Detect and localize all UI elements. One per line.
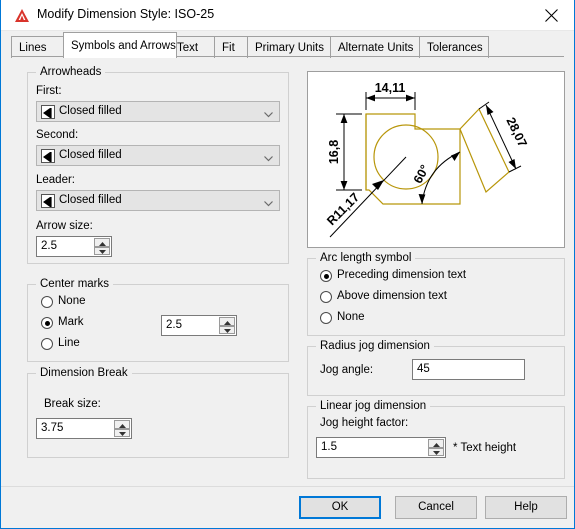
- closed-filled-arrow-icon: [41, 105, 55, 119]
- autocad-logo-icon: [14, 8, 30, 24]
- chevron-down-icon: [264, 109, 273, 118]
- arrow-size-stepper[interactable]: [94, 238, 110, 255]
- jog-angle-field[interactable]: 45: [412, 359, 525, 380]
- stepper-down-icon[interactable]: [114, 428, 130, 437]
- close-icon[interactable]: [529, 0, 574, 30]
- arrowheads-group-title: Arrowheads: [36, 66, 106, 78]
- help-button[interactable]: Help: [485, 496, 567, 519]
- preview-dim-diagonal: 28,07: [503, 115, 529, 149]
- arrow-size-field[interactable]: 2.5: [36, 236, 112, 257]
- modify-dimension-style-dialog: Modify Dimension Style: ISO-25 Lines Sym…: [0, 0, 575, 529]
- chevron-down-icon: [264, 198, 273, 207]
- center-marks-group-title: Center marks: [36, 278, 114, 290]
- preview-dim-width: 14,11: [375, 81, 406, 95]
- tab-fit[interactable]: Fit: [214, 36, 248, 58]
- center-mark-size-field[interactable]: 2.5: [161, 315, 237, 336]
- radio-circle-icon: [41, 296, 53, 308]
- tab-lines[interactable]: Lines: [11, 36, 65, 58]
- second-arrowhead-combo[interactable]: Closed filled: [36, 145, 280, 166]
- linear-jog-group-title: Linear jog dimension: [316, 400, 431, 412]
- linear-jog-group: Linear jog dimension Jog height factor: …: [307, 400, 565, 479]
- title-bar: Modify Dimension Style: ISO-25: [1, 0, 574, 31]
- jog-angle-value: 45: [417, 363, 430, 375]
- center-mark-size-value: 2.5: [166, 319, 182, 331]
- stepper-up-icon[interactable]: [428, 439, 444, 448]
- preview-dim-height: 16,8: [327, 140, 341, 164]
- center-marks-none-label: None: [58, 295, 86, 307]
- radio-circle-icon: [320, 291, 332, 303]
- jog-height-factor-stepper[interactable]: [428, 439, 444, 456]
- arc-length-none-label: None: [337, 311, 365, 323]
- stepper-up-icon[interactable]: [219, 317, 235, 326]
- dimension-preview: 14,11 16,8 28,07 R11,17 60°: [307, 71, 565, 248]
- stepper-down-icon[interactable]: [94, 246, 110, 255]
- preview-dim-angle: 60°: [411, 162, 432, 185]
- ok-button[interactable]: OK: [299, 496, 381, 519]
- radio-circle-selected-icon: [320, 270, 332, 282]
- arc-length-symbol-group: Arc length symbol Preceding dimension te…: [307, 252, 565, 336]
- stepper-down-icon[interactable]: [428, 447, 444, 456]
- arc-length-symbol-group-title: Arc length symbol: [316, 252, 416, 264]
- center-mark-size-stepper[interactable]: [219, 317, 235, 334]
- tab-symbols-and-arrows[interactable]: Symbols and Arrows: [63, 32, 177, 58]
- jog-angle-label: Jog angle:: [320, 364, 374, 376]
- stepper-down-icon[interactable]: [219, 325, 235, 334]
- jog-height-factor-label: Jog height factor:: [320, 417, 409, 429]
- radius-jog-group: Radius jog dimension Jog angle: 45: [307, 340, 565, 396]
- leader-arrowhead-combo[interactable]: Closed filled: [36, 190, 280, 211]
- break-size-stepper[interactable]: [114, 420, 130, 437]
- break-size-label: Break size:: [44, 398, 101, 410]
- closed-filled-arrow-icon: [41, 194, 55, 208]
- stepper-up-icon[interactable]: [94, 238, 110, 247]
- break-size-field[interactable]: 3.75: [36, 418, 132, 439]
- break-size-value: 3.75: [41, 422, 64, 434]
- radius-jog-group-title: Radius jog dimension: [316, 340, 434, 352]
- arrow-size-label: Arrow size:: [36, 220, 93, 232]
- text-height-suffix: * Text height: [453, 442, 517, 454]
- first-arrowhead-combo[interactable]: Closed filled: [36, 101, 280, 122]
- arc-length-above-label: Above dimension text: [337, 290, 447, 302]
- radio-circle-icon: [41, 338, 53, 350]
- stepper-up-icon[interactable]: [114, 420, 130, 429]
- dimension-break-group-title: Dimension Break: [36, 367, 132, 379]
- second-arrowhead-value: Closed filled: [59, 149, 122, 161]
- arrowheads-group: Arrowheads First: Closed filled Second: …: [27, 66, 289, 264]
- tab-alternate-units[interactable]: Alternate Units: [330, 36, 420, 58]
- radio-circle-selected-icon: [41, 317, 53, 329]
- tab-strip: Lines Symbols and Arrows Text Fit Primar…: [1, 31, 574, 58]
- center-marks-mark-label: Mark: [58, 316, 84, 328]
- first-label: First:: [36, 85, 62, 97]
- arrow-size-value: 2.5: [41, 240, 57, 252]
- jog-height-factor-value: 1.5: [321, 441, 337, 453]
- closed-filled-arrow-icon: [41, 149, 55, 163]
- first-arrowhead-value: Closed filled: [59, 105, 122, 117]
- preview-drawing: 14,11 16,8 28,07 R11,17 60°: [324, 81, 530, 238]
- dimension-break-group: Dimension Break Break size: 3.75: [27, 367, 289, 458]
- center-marks-group: Center marks None Mark Line 2.5: [27, 278, 289, 362]
- radio-circle-icon: [320, 312, 332, 324]
- tab-tolerances[interactable]: Tolerances: [419, 36, 489, 58]
- jog-height-factor-field[interactable]: 1.5: [316, 437, 446, 458]
- chevron-down-icon: [264, 153, 273, 162]
- window-title: Modify Dimension Style: ISO-25: [37, 7, 215, 21]
- arc-length-preceding-label: Preceding dimension text: [337, 269, 467, 281]
- leader-label: Leader:: [36, 174, 76, 186]
- dialog-body: Arrowheads First: Closed filled Second: …: [1, 58, 574, 486]
- leader-arrowhead-value: Closed filled: [59, 194, 122, 206]
- cancel-button[interactable]: Cancel: [395, 496, 477, 519]
- second-label: Second:: [36, 129, 79, 141]
- center-marks-line-label: Line: [58, 337, 80, 349]
- tab-primary-units[interactable]: Primary Units: [247, 36, 331, 58]
- dialog-footer: OK Cancel Help: [1, 486, 574, 527]
